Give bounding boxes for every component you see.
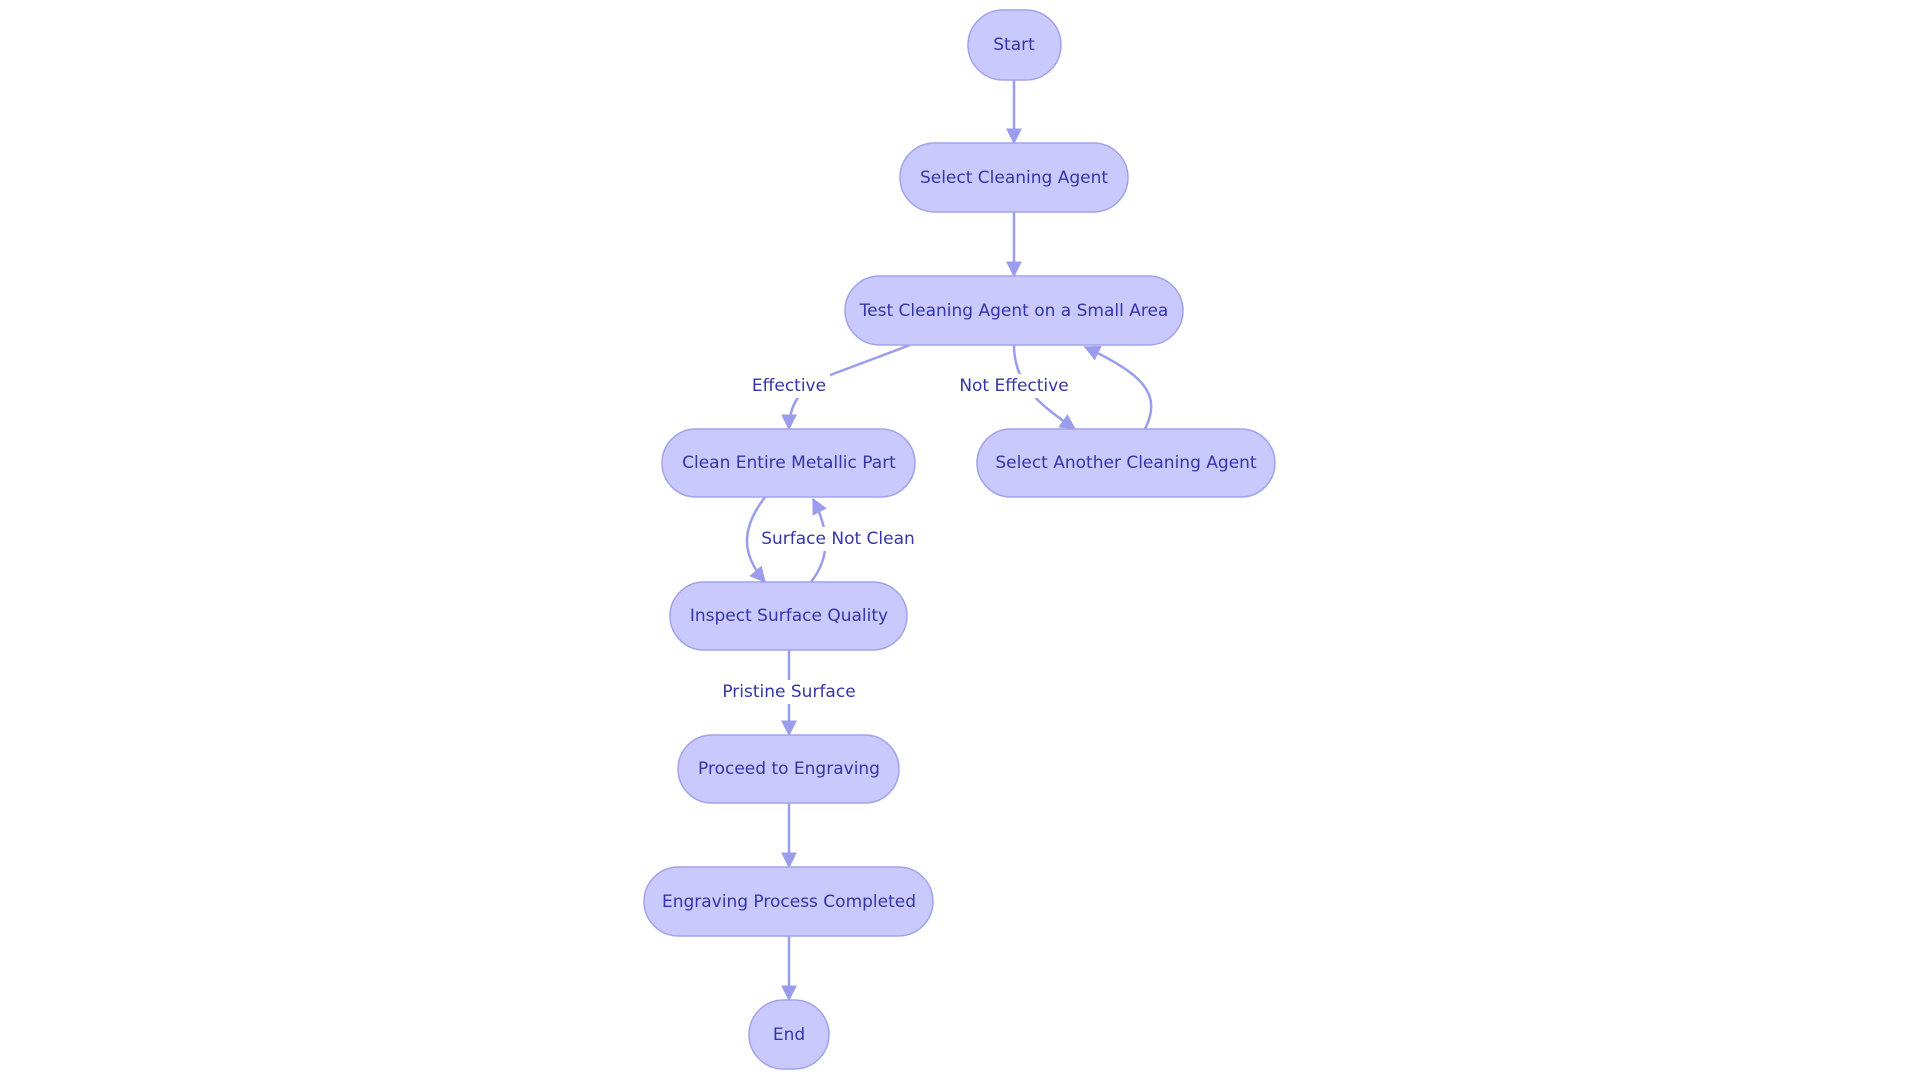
- svg-text:Engraving Process Completed: Engraving Process Completed: [662, 892, 916, 912]
- edge-label-not-effective: Not Effective: [959, 374, 1069, 398]
- node-clean-entire-part: Clean Entire Metallic Part: [661, 428, 916, 498]
- node-select-cleaning-agent: Select Cleaning Agent: [899, 142, 1129, 213]
- svg-text:Clean Entire Metallic Part: Clean Entire Metallic Part: [682, 453, 896, 473]
- flowchart: Effective Not Effective Surface Not Clea…: [643, 9, 1276, 1070]
- svg-text:Pristine Surface: Pristine Surface: [722, 682, 855, 702]
- node-start: Start: [967, 9, 1062, 81]
- svg-text:Start: Start: [993, 35, 1035, 55]
- node-proceed-to-engraving: Proceed to Engraving: [677, 734, 900, 804]
- node-inspect-surface: Inspect Surface Quality: [669, 581, 908, 651]
- svg-text:Select Another Cleaning Agent: Select Another Cleaning Agent: [995, 453, 1257, 473]
- edge-label-effective: Effective: [748, 374, 830, 398]
- svg-text:Proceed to Engraving: Proceed to Engraving: [698, 759, 880, 779]
- node-select-another-agent: Select Another Cleaning Agent: [976, 428, 1276, 498]
- svg-text:Not Effective: Not Effective: [959, 376, 1068, 396]
- node-end: End: [748, 999, 830, 1070]
- svg-text:Surface Not Clean: Surface Not Clean: [761, 529, 915, 549]
- svg-text:Inspect Surface Quality: Inspect Surface Quality: [690, 606, 888, 626]
- edge-select-another-to-test: [1083, 345, 1153, 430]
- svg-text:Select Cleaning Agent: Select Cleaning Agent: [920, 168, 1108, 188]
- svg-text:Test Cleaning Agent on a Small: Test Cleaning Agent on a Small Area: [859, 301, 1169, 321]
- node-engraving-completed: Engraving Process Completed: [643, 866, 934, 937]
- svg-text:Effective: Effective: [752, 376, 826, 396]
- svg-text:End: End: [773, 1025, 805, 1045]
- node-test-cleaning-agent: Test Cleaning Agent on a Small Area: [844, 275, 1184, 346]
- edge-label-surface-not-clean: Surface Not Clean: [761, 527, 915, 551]
- edge-label-pristine-surface: Pristine Surface: [722, 680, 856, 704]
